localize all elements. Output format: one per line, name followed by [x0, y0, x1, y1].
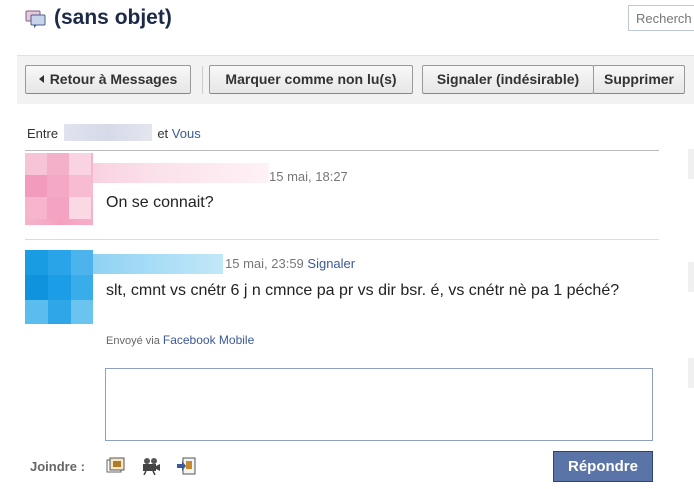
edge-fragment — [688, 358, 694, 388]
message-timestamp: 15 mai, 18:27 — [269, 169, 348, 184]
message-toolbar: Retour à Messages Marquer comme non lu(s… — [17, 55, 694, 104]
photo-icon[interactable] — [106, 457, 126, 475]
reply-button[interactable]: Répondre — [553, 451, 653, 482]
message-time-text: 15 mai, 23:59 — [225, 256, 304, 271]
participants-prefix: Entre — [27, 126, 59, 141]
delete-button[interactable]: Supprimer — [593, 65, 685, 94]
sender-avatar[interactable] — [25, 153, 93, 225]
participant-you-link[interactable]: Vous — [172, 126, 201, 141]
back-button-label: Retour à Messages — [49, 71, 178, 87]
edge-fragment — [688, 262, 694, 292]
video-icon[interactable] — [141, 457, 161, 475]
participants-and: et — [157, 126, 169, 141]
message-body: On se connait? — [106, 194, 214, 211]
sent-via-line: Envoyé via Facebook Mobile — [106, 333, 254, 347]
messages-icon — [25, 10, 46, 28]
redacted-participant-name — [63, 124, 152, 141]
toolbar-separator — [202, 66, 203, 94]
message-divider — [25, 239, 659, 240]
attach-label: Joindre : — [30, 459, 85, 474]
reply-textarea[interactable] — [105, 368, 653, 441]
report-spam-button[interactable]: Signaler (indésirable) — [422, 65, 594, 94]
divider — [25, 150, 659, 151]
sender-avatar[interactable] — [25, 250, 93, 324]
mark-unread-button[interactable]: Marquer comme non lu(s) — [209, 65, 413, 94]
page-header: (sans objet) Recherch — [0, 0, 694, 42]
message-body: slt, cmnt vs cnétr 6 j n cmnce pa pr vs … — [106, 282, 620, 299]
share-link-icon[interactable] — [176, 457, 196, 475]
facebook-mobile-link[interactable]: Facebook Mobile — [163, 333, 254, 347]
sent-via-prefix: Envoyé via — [106, 335, 160, 347]
back-arrow-icon — [38, 75, 44, 83]
search-input[interactable]: Recherch — [628, 5, 694, 31]
edge-fragment — [688, 149, 694, 179]
participants-line: Entre et Vous — [27, 124, 201, 141]
redacted-sender-name — [93, 254, 223, 274]
page-title: (sans objet) — [54, 6, 172, 29]
redacted-sender-name — [93, 163, 269, 183]
back-to-messages-button[interactable]: Retour à Messages — [25, 65, 191, 94]
report-message-link[interactable]: Signaler — [307, 256, 355, 271]
message-timestamp: 15 mai, 23:59 Signaler — [225, 256, 355, 271]
